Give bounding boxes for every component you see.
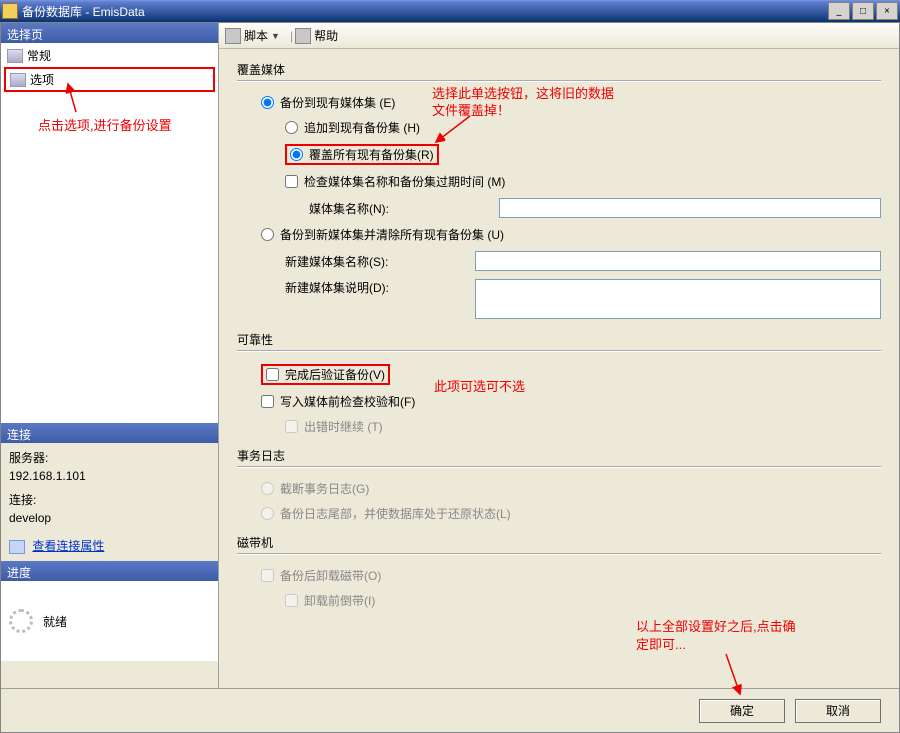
group-reliability: 可靠性 完成后验证备份(V) 写入媒体前检查校验和(F) [237, 331, 881, 435]
check-continue-error: 出错时继续 (T) [285, 418, 383, 435]
radio-truncate-log: 截断事务日志(G) [261, 480, 369, 497]
sidebar-header-select: 选择页 [1, 23, 218, 43]
script-icon [225, 28, 241, 44]
toolbar: 脚本 ▼ | 帮助 [219, 23, 899, 49]
help-button[interactable]: 帮助 [295, 27, 338, 44]
radio-backup-new[interactable]: 备份到新媒体集并清除所有现有备份集 (U) [261, 226, 504, 243]
group-title: 磁带机 [237, 534, 881, 557]
close-button[interactable]: × [876, 2, 898, 20]
radio-input[interactable] [285, 121, 298, 134]
chevron-down-icon: ▼ [271, 31, 280, 41]
media-name-label: 媒体集名称(N): [309, 200, 499, 217]
radio-overwrite-all[interactable]: 覆盖所有现有备份集(R) [290, 146, 434, 163]
checkbox-label: 出错时继续 (T) [304, 418, 383, 435]
spinner-icon [9, 609, 33, 633]
check-verify-backup[interactable]: 完成后验证备份(V) [266, 366, 385, 383]
radio-tail-log: 备份日志尾部，并使数据库处于还原状态(L) [261, 505, 511, 522]
check-checksum[interactable]: 写入媒体前检查校验和(F) [261, 393, 415, 410]
checkbox-label: 完成后验证备份(V) [285, 366, 385, 383]
checkbox-label: 卸载前倒带(I) [304, 592, 375, 609]
view-connection-props[interactable]: 查看连接属性 [9, 537, 210, 555]
radio-input[interactable] [261, 228, 274, 241]
radio-input [261, 482, 274, 495]
properties-icon [9, 540, 25, 554]
checkbox-label: 检查媒体集名称和备份集过期时间 (M) [304, 173, 505, 190]
radio-label: 截断事务日志(G) [280, 480, 369, 497]
connection-label: 连接: [9, 491, 210, 509]
window-title: 备份数据库 - EmisData [22, 3, 826, 20]
radio-input[interactable] [290, 148, 303, 161]
progress-status: 就绪 [43, 613, 67, 630]
check-unload-tape: 备份后卸载磁带(O) [261, 567, 381, 584]
radio-input [261, 507, 274, 520]
sidebar-item-label: 常规 [27, 47, 51, 64]
script-label: 脚本 [244, 27, 268, 44]
sidebar: 选择页 常规 选项 连接 服务器: 192.168.1.101 连接: deve… [1, 23, 219, 688]
group-title: 可靠性 [237, 331, 881, 354]
checkbox-input [261, 569, 274, 582]
checkbox-input[interactable] [261, 395, 274, 408]
group-tape: 磁带机 备份后卸载磁带(O) 卸载前倒带(I) [237, 534, 881, 609]
server-label: 服务器: [9, 449, 210, 467]
separator: | [290, 29, 293, 43]
sidebar-item-general[interactable]: 常规 [3, 45, 216, 66]
view-props-link[interactable]: 查看连接属性 [32, 539, 104, 553]
group-title: 事务日志 [237, 447, 881, 470]
titlebar: 备份数据库 - EmisData _ □ × [0, 0, 900, 22]
connection-panel: 服务器: 192.168.1.101 连接: develop 查看连接属性 [1, 443, 218, 561]
new-media-desc-label: 新建媒体集说明(D): [285, 279, 475, 296]
radio-label: 追加到现有备份集 (H) [304, 119, 420, 136]
group-txlog: 事务日志 截断事务日志(G) 备份日志尾部，并使数据库处于还原状态(L) [237, 447, 881, 522]
checkbox-input [285, 420, 298, 433]
app-icon [2, 3, 18, 19]
new-media-desc-input[interactable] [475, 279, 881, 319]
checkbox-input [285, 594, 298, 607]
new-media-name-input[interactable] [475, 251, 881, 271]
radio-label: 备份到现有媒体集 (E) [280, 94, 395, 111]
sidebar-header-connection: 连接 [1, 423, 218, 443]
minimize-button[interactable]: _ [828, 2, 850, 20]
checkbox-label: 写入媒体前检查校验和(F) [280, 393, 415, 410]
group-title: 覆盖媒体 [237, 61, 881, 84]
group-overwrite-media: 覆盖媒体 备份到现有媒体集 (E) 追加到现有备份集 (H) [237, 61, 881, 319]
page-icon [10, 73, 26, 87]
sidebar-header-progress: 进度 [1, 561, 218, 581]
radio-label: 覆盖所有现有备份集(R) [309, 146, 434, 163]
progress-panel: 就绪 [1, 581, 218, 661]
sidebar-item-options[interactable]: 选项 [6, 69, 213, 90]
radio-backup-existing[interactable]: 备份到现有媒体集 (E) [261, 94, 395, 111]
radio-append[interactable]: 追加到现有备份集 (H) [285, 119, 420, 136]
script-button[interactable]: 脚本 ▼ [225, 27, 280, 44]
radio-label: 备份日志尾部，并使数据库处于还原状态(L) [280, 505, 511, 522]
sidebar-item-label: 选项 [30, 71, 54, 88]
server-value: 192.168.1.101 [9, 467, 210, 485]
check-media-name[interactable]: 检查媒体集名称和备份集过期时间 (M) [285, 173, 505, 190]
cancel-button[interactable]: 取消 [795, 699, 881, 723]
maximize-button[interactable]: □ [852, 2, 874, 20]
media-name-input[interactable] [499, 198, 881, 218]
help-icon [295, 28, 311, 44]
checkbox-input[interactable] [266, 368, 279, 381]
connection-value: develop [9, 509, 210, 527]
radio-input[interactable] [261, 96, 274, 109]
help-label: 帮助 [314, 27, 338, 44]
radio-label: 备份到新媒体集并清除所有现有备份集 (U) [280, 226, 504, 243]
ok-button[interactable]: 确定 [699, 699, 785, 723]
dialog-button-row: 确定 取消 [1, 688, 899, 732]
checkbox-label: 备份后卸载磁带(O) [280, 567, 381, 584]
page-icon [7, 49, 23, 63]
check-rewind: 卸载前倒带(I) [285, 592, 375, 609]
content: 脚本 ▼ | 帮助 覆盖媒体 备份到现有媒体集 (E) [219, 23, 899, 688]
new-media-name-label: 新建媒体集名称(S): [285, 253, 475, 270]
checkbox-input[interactable] [285, 175, 298, 188]
